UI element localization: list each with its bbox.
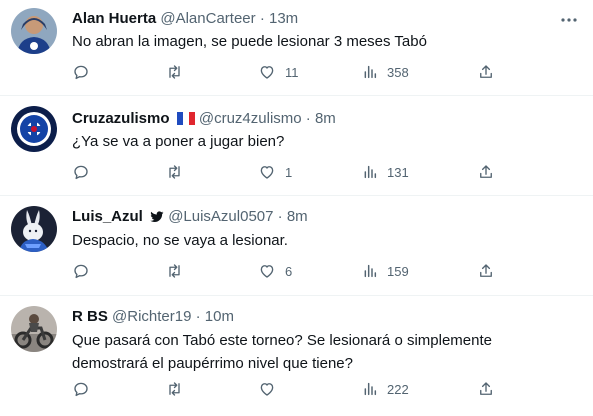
reply-button[interactable]	[72, 162, 90, 182]
retweet-icon	[169, 65, 180, 79]
view-count: 131	[387, 164, 409, 180]
avatar[interactable]	[11, 306, 57, 352]
share-icon	[480, 382, 492, 395]
tweet-text: Despacio, no se vaya a lesionar.	[72, 229, 572, 252]
display-name[interactable]: Luis_Azul	[72, 208, 143, 225]
reply-icon	[74, 65, 88, 80]
reply-icon	[74, 165, 88, 180]
user-handle[interactable]: @LuisAzul0507	[168, 208, 273, 225]
share-button[interactable]	[477, 162, 495, 182]
tweet-actions: 222	[72, 379, 512, 401]
tweet-text-line: No abran la imagen, se puede lesionar 3 …	[72, 33, 427, 50]
timestamp[interactable]: 8m	[315, 110, 336, 127]
analytics-icon	[364, 264, 377, 278]
reply-feed: Alan Huerta @AlanCarteer · 13m No abran …	[0, 0, 593, 416]
display-name[interactable]: Alan Huerta	[72, 10, 156, 27]
share-icon	[480, 65, 492, 78]
heart-icon	[260, 66, 274, 79]
more-options-icon[interactable]	[559, 10, 579, 30]
twitter-bird-icon	[150, 211, 164, 222]
user-handle[interactable]: @Richter19	[112, 308, 191, 325]
views-button[interactable]: 358	[362, 62, 409, 82]
timestamp[interactable]: 8m	[287, 208, 308, 225]
retweet-button[interactable]	[165, 379, 184, 399]
views-button[interactable]: 159	[362, 261, 409, 281]
like-button[interactable]	[258, 379, 285, 399]
tweet-header: Luis_Azul @LuisAzul0507 · 8m	[72, 207, 308, 227]
view-count: 222	[387, 381, 409, 397]
avatar[interactable]	[11, 8, 57, 54]
avatar[interactable]	[11, 106, 57, 152]
separator-dot: ·	[277, 208, 283, 225]
heart-icon	[260, 166, 274, 179]
avatar[interactable]	[11, 206, 57, 252]
analytics-icon	[364, 382, 377, 396]
view-count: 159	[387, 263, 409, 279]
like-button[interactable]: 11	[258, 62, 299, 82]
tweet-actions: 1 131	[72, 162, 512, 184]
tweet-header: R BS @Richter19 · 10m	[72, 307, 234, 327]
heart-icon	[260, 383, 274, 396]
like-button[interactable]: 1	[258, 162, 292, 182]
tweet[interactable]: R BS @Richter19 · 10m Que pasará con Tab…	[0, 296, 593, 416]
retweet-button[interactable]	[165, 162, 184, 182]
user-handle[interactable]: @AlanCarteer	[160, 10, 255, 27]
display-name[interactable]: Cruzazulismo	[72, 110, 170, 127]
retweet-button[interactable]	[165, 261, 184, 281]
separator-dot: ·	[305, 110, 311, 127]
display-name[interactable]: R BS	[72, 308, 108, 325]
like-count: 6	[285, 263, 293, 279]
share-icon	[480, 264, 492, 277]
view-count: 358	[387, 64, 409, 80]
views-button[interactable]: 222	[362, 379, 409, 399]
analytics-icon	[364, 65, 377, 79]
tweet-actions: 11 358	[72, 62, 512, 84]
timestamp[interactable]: 13m	[269, 10, 298, 27]
reply-button[interactable]	[72, 261, 90, 281]
separator-dot: ·	[259, 10, 265, 27]
views-button[interactable]: 131	[362, 162, 409, 182]
timestamp[interactable]: 10m	[205, 308, 234, 325]
tweet-text-line: Que pasará con Tabó este torneo? Se lesi…	[72, 332, 492, 349]
tweet-text-line: ¿Ya se va a poner a jugar bien?	[72, 133, 285, 150]
heart-icon	[260, 265, 274, 278]
share-button[interactable]	[477, 62, 495, 82]
analytics-icon	[364, 165, 377, 179]
share-button[interactable]	[477, 261, 495, 281]
tweet[interactable]: Cruzazulismo @cruz4zulismo · 8m ¿Ya se v…	[0, 96, 593, 196]
reply-icon	[74, 264, 88, 279]
share-icon	[480, 165, 492, 178]
tweet-text-line: Despacio, no se vaya a lesionar.	[72, 232, 288, 249]
retweet-icon	[169, 264, 180, 278]
reply-button[interactable]	[72, 62, 90, 82]
tweet-actions: 6 159	[72, 261, 512, 283]
retweet-icon	[169, 165, 180, 179]
reply-icon	[74, 382, 88, 397]
tweet-text: Que pasará con Tabó este torneo? Se lesi…	[72, 329, 572, 375]
reply-button[interactable]	[72, 379, 90, 399]
tweet-text: No abran la imagen, se puede lesionar 3 …	[72, 30, 572, 53]
separator-dot: ·	[195, 308, 201, 325]
tweet[interactable]: Luis_Azul @LuisAzul0507 · 8m Despacio, n…	[0, 196, 593, 296]
tweet-text-line: demostrará el paupérrimo nivel que tiene…	[72, 355, 353, 372]
like-button[interactable]: 6	[258, 261, 292, 281]
retweet-icon	[169, 382, 180, 396]
tweet-header: Cruzazulismo @cruz4zulismo · 8m	[72, 109, 336, 129]
tweet[interactable]: Alan Huerta @AlanCarteer · 13m No abran …	[0, 0, 593, 96]
tweet-text: ¿Ya se va a poner a jugar bien?	[72, 130, 572, 153]
retweet-button[interactable]	[165, 62, 184, 82]
like-count: 11	[285, 64, 299, 80]
france-flag-icon	[176, 112, 195, 125]
like-count: 1	[285, 164, 293, 180]
share-button[interactable]	[477, 379, 495, 399]
user-handle[interactable]: @cruz4zulismo	[199, 110, 302, 127]
tweet-header: Alan Huerta @AlanCarteer · 13m	[72, 9, 298, 29]
